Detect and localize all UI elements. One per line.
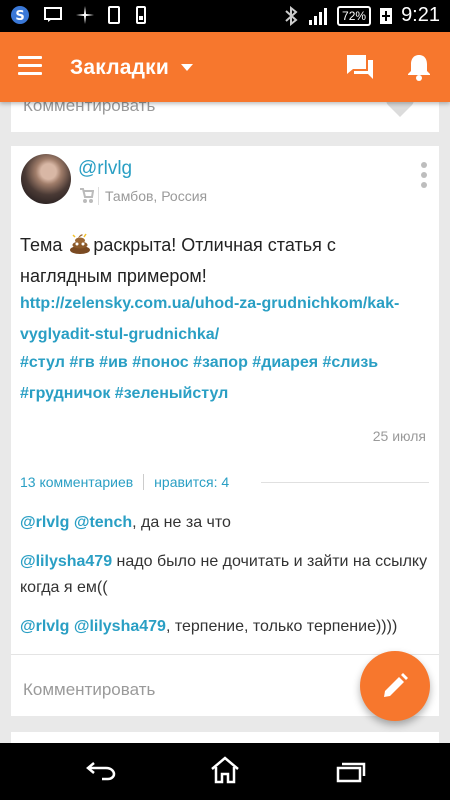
charging-icon [380,7,393,24]
signal-icon [309,7,328,25]
post-link[interactable]: http://zelensky.com.ua/uhod-za-grudnichk… [20,288,430,350]
status-time: 9:21 [401,4,440,26]
home-icon[interactable] [210,756,240,784]
comment-input[interactable]: Комментировать [23,680,155,700]
status-notification-icons: S [10,5,148,25]
menu-icon[interactable] [18,56,42,76]
status-bar: S 72% 9:21 [0,0,450,32]
comment-mentions[interactable]: @rlvlg @tench [20,514,132,531]
avatar[interactable] [21,154,71,204]
compose-button[interactable] [360,651,430,721]
back-icon[interactable] [86,759,116,781]
post-text-start: Тема [20,235,63,255]
message-icon [44,7,62,22]
comment-mentions[interactable]: @lilysha479 [20,553,112,570]
comment-text: , да не за что [132,514,231,531]
comment-text: , терпение, только терпение)))) [165,618,398,635]
bell-icon[interactable] [406,53,432,81]
comments-count-link[interactable]: 13 комментариев [20,474,133,490]
likes-link[interactable]: нравится: 4 [154,474,229,490]
stats-rule [261,482,429,483]
phone-vibrate-icon [136,6,146,24]
system-nav-bar [0,743,450,800]
battery-indicator: 72% [337,5,372,26]
post-tags[interactable]: #стул #гв #ив #понос #запор #диарея #сли… [20,347,430,409]
svg-text:S: S [15,9,24,24]
recent-apps-icon[interactable] [336,761,366,783]
more-vertical-icon[interactable] [421,162,427,192]
chat-icon[interactable] [346,54,374,80]
post-stats: 13 комментариев нравится: 4 [20,474,229,490]
chevron-down-icon[interactable] [181,64,193,71]
poop-emoji-icon [70,233,91,254]
comment-item: @rlvlg @lilysha479, терпение, только тер… [20,614,430,640]
app-bar: Закладки [0,32,450,102]
status-system-icons: 72% 9:21 [283,4,440,27]
pencil-icon [384,673,408,697]
post-author[interactable]: @rlvlg [78,158,132,180]
stats-divider [143,474,145,490]
post-text-end: раскрыта! Отличная статья с наглядным пр… [20,235,336,286]
location-divider [98,187,99,205]
sparkle-icon [76,6,94,24]
comment-item: @lilysha479 надо было не дочитать и зайт… [20,549,430,601]
page-title[interactable]: Закладки [70,56,169,80]
comment-item: @rlvlg @tench, да не за что [20,510,430,536]
post-text: Тема раскрыта! Отличная статья с наглядн… [20,230,430,292]
post-location: Тамбов, Россия [105,188,208,204]
bluetooth-off-icon [285,5,298,26]
post-date: 25 июля [372,428,426,444]
post-card: @rlvlg Тамбов, Россия Тема раскрыта! Отл… [11,146,439,716]
app-s-icon: S [11,6,29,24]
comment-mentions[interactable]: @rlvlg @lilysha479 [20,618,166,635]
stroller-icon [80,188,94,203]
phone-icon [108,6,120,24]
